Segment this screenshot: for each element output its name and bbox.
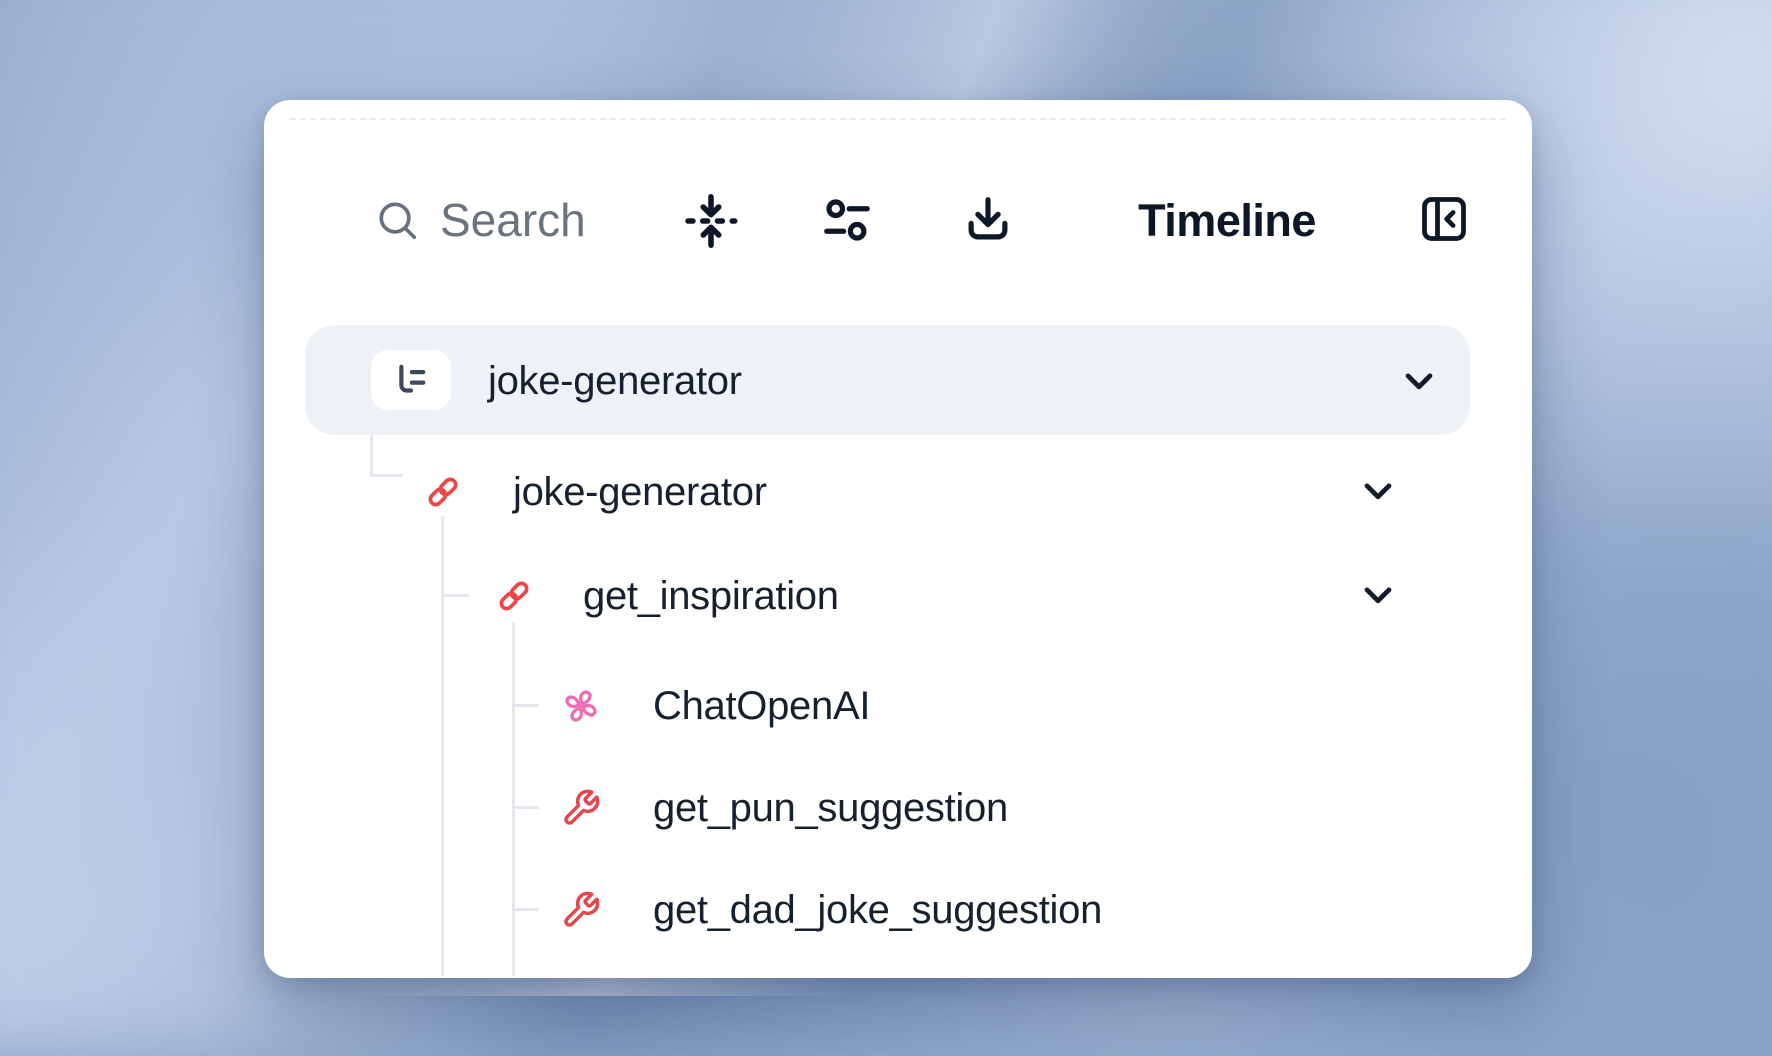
tree-row-label: joke-generator [513,472,767,512]
panel-top-divider [290,118,1506,120]
link-icon [423,472,463,512]
tree-line [512,806,539,809]
timeline-toggle[interactable]: Timeline [1122,196,1332,246]
link-icon [494,576,534,616]
search-icon [374,197,420,243]
fold-vertical-icon [682,192,740,250]
search-placeholder: Search [440,197,586,243]
download-icon [961,192,1015,248]
tree-row-label: ChatOpenAI [653,686,870,726]
list-tree-icon [371,350,451,410]
wrench-icon [561,890,601,930]
search-input[interactable]: Search [374,192,586,248]
tree-line [370,435,373,477]
tree-row-label: get_dad_joke_suggestion [653,890,1102,930]
trace-panel: Search Timeline [264,100,1532,978]
tree-line [370,474,403,477]
tree-line [441,516,444,976]
wrench-icon [561,788,601,828]
tree-line [512,908,539,911]
collapse-panel-button[interactable] [1418,193,1470,245]
tree-line [512,704,539,707]
tree-row-label: joke-generator [488,361,742,401]
chevron-down-icon[interactable] [1356,573,1400,617]
tree-line [441,594,469,597]
chevron-down-icon[interactable] [1397,359,1441,403]
tree-row-label: get_pun_suggestion [653,788,1008,828]
tree-row-label: get_inspiration [583,576,839,616]
pinwheel-icon [561,686,601,726]
chevron-down-icon[interactable] [1356,469,1400,513]
download-button[interactable] [961,192,1015,248]
collapse-all-button[interactable] [682,192,740,250]
filter-settings-button[interactable] [820,193,874,247]
tree-row-root[interactable]: joke-generator [305,325,1470,435]
sliders-icon [820,193,874,247]
panel-left-close-icon [1418,193,1470,245]
tree-line [512,622,515,976]
